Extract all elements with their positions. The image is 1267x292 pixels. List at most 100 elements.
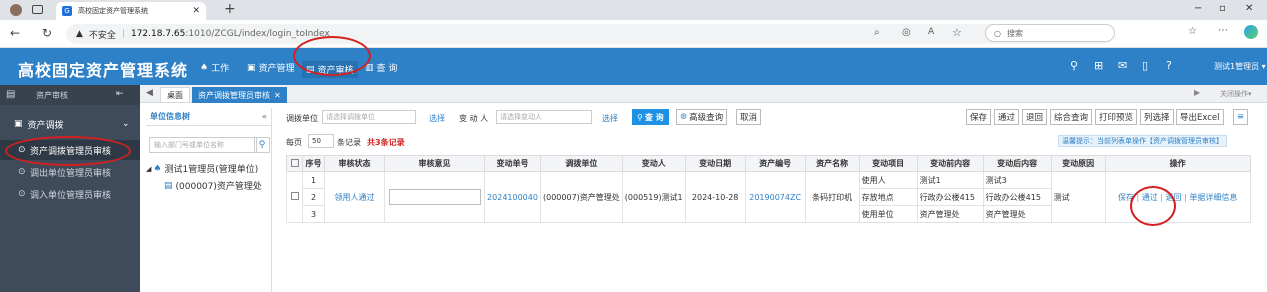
export-excel-button[interactable]: 导出Excel <box>1176 109 1224 125</box>
profile-avatar[interactable] <box>10 4 22 16</box>
table-header-row: 序号 审核状态 审核意见 变动单号 调拨单位 变动人 变动日期 资产编号 资产名… <box>286 155 1251 172</box>
col-bill-no[interactable]: 变动单号 <box>484 155 541 172</box>
menu-label: 资产管理 <box>258 64 295 74</box>
pass-button[interactable]: 通过 <box>994 109 1020 125</box>
status-cell[interactable]: 领用人通过 <box>324 171 385 223</box>
unit-label: 调拨单位 <box>286 114 318 123</box>
close-tab-icon[interactable]: ✕ <box>192 6 200 16</box>
search-icon[interactable]: ⚲ <box>254 137 270 153</box>
col-asset-no[interactable]: 资产编号 <box>744 155 806 172</box>
combined-query-button[interactable]: 综合查询 <box>1050 109 1093 125</box>
unit-input[interactable]: 请选择调拨单位 <box>322 110 416 124</box>
col-opinion[interactable]: 审核意见 <box>384 155 485 172</box>
person-input[interactable]: 请选择变动人 <box>496 110 592 124</box>
close-icon[interactable]: ✕ <box>274 91 281 100</box>
reload-icon[interactable]: ↻ <box>42 26 52 40</box>
checkbox[interactable] <box>290 158 299 167</box>
translate-icon[interactable]: ◎ <box>902 27 911 38</box>
read-aloud-icon[interactable]: A <box>928 27 934 37</box>
page-size-suffix: 条记录 <box>337 138 361 147</box>
tab-title: 高校固定资产管理系统 <box>78 7 148 15</box>
select-all-header[interactable] <box>286 155 303 172</box>
sidebar-logo-icon: ▤ <box>6 89 16 100</box>
search-icon[interactable]: ⚲ <box>1070 59 1078 72</box>
opinion-input[interactable] <box>388 189 481 205</box>
cancel-button[interactable]: 取消 <box>736 109 762 125</box>
menu-label: 查 询 <box>376 64 398 74</box>
col-after[interactable]: 变动后内容 <box>982 155 1052 172</box>
browser-tab[interactable]: G 高校固定资产管理系统 ✕ <box>56 2 206 20</box>
url-host: 172.18.7.65 <box>130 29 186 39</box>
search-icon: ⚲ <box>637 112 643 122</box>
column-select-button[interactable]: 列选择 <box>1140 109 1174 125</box>
tab-scroll-right-icon[interactable]: ▶ <box>1194 88 1200 97</box>
browser-tab-bar: G 高校固定资产管理系统 ✕ + − ▫ ✕ <box>0 0 1267 20</box>
adv-query-label: 高级查询 <box>689 113 724 123</box>
favorites-icon[interactable]: ☆ <box>1188 26 1197 37</box>
col-change-item[interactable]: 变动项目 <box>858 155 918 172</box>
page-size-input[interactable]: 50 <box>308 134 334 148</box>
home-icon: ♠ <box>200 62 209 73</box>
close-ops-menu[interactable]: 关闭操作▾ <box>1220 89 1252 99</box>
query-button[interactable]: ⚲ 查 询 <box>632 109 669 125</box>
tab-transfer-audit[interactable]: 资产调拨管理员审核 ✕ <box>192 87 287 103</box>
tree-node-label: (000007)资产管理处 <box>175 182 262 192</box>
tab-scroll-left-icon[interactable]: ◀ <box>146 88 153 98</box>
close-window-button[interactable]: ✕ <box>1245 3 1253 14</box>
tab-desk[interactable]: 桌面 <box>160 87 190 103</box>
mobile-icon[interactable]: ▯ <box>1142 59 1148 72</box>
col-before[interactable]: 变动前内容 <box>916 155 984 172</box>
mail-icon[interactable]: ✉ <box>1118 59 1127 72</box>
col-reason[interactable]: 变动原因 <box>1050 155 1106 172</box>
change-item-cell: 使用单位 <box>858 205 918 223</box>
menu-asset-manage[interactable]: ▣ 资产管理 <box>247 61 295 75</box>
asset-no-cell[interactable]: 20190074ZC <box>744 171 806 223</box>
tab-actions-icon[interactable] <box>32 5 43 14</box>
qrcode-icon[interactable]: ⊞ <box>1094 59 1103 72</box>
row-checkbox-cell[interactable] <box>286 171 303 223</box>
unit-select-link[interactable]: 选择 <box>429 113 445 124</box>
browser-search[interactable]: ○ 搜索 <box>985 24 1115 42</box>
col-asset-name[interactable]: 资产名称 <box>804 155 860 172</box>
col-no[interactable]: 序号 <box>302 155 325 172</box>
minimize-button[interactable]: − <box>1194 3 1202 14</box>
sidebar-item-in-unit-audit[interactable]: ⊙ 调入单位管理员审核 <box>0 184 140 204</box>
row-detail-link[interactable]: 单据详细信息 <box>1189 193 1237 202</box>
person-placeholder: 请选择变动人 <box>500 113 542 121</box>
tree-node-label: 测试1管理员(管理单位) <box>164 165 259 175</box>
advanced-query-button[interactable]: ⊛ 高级查询 <box>676 109 728 125</box>
user-menu[interactable]: 测试1管理员 ▾ <box>1214 61 1266 72</box>
col-unit[interactable]: 调拨单位 <box>540 155 623 172</box>
bill-no-cell[interactable]: 2024100040 <box>484 171 541 223</box>
sidebar-group-transfer[interactable]: ▣ 资产调拨 ⌄ <box>0 113 140 135</box>
after-cell: 行政办公楼415 <box>982 188 1052 206</box>
col-person[interactable]: 变动人 <box>621 155 686 172</box>
back-icon[interactable]: ← <box>10 26 20 40</box>
tree-search-input[interactable]: 输入部门号或单位名称 <box>149 137 257 153</box>
collapse-panel-icon[interactable]: « <box>262 112 267 121</box>
new-tab-button[interactable]: + <box>224 1 236 17</box>
menu-icon[interactable]: ≡ <box>1233 109 1249 125</box>
col-status[interactable]: 审核状态 <box>324 155 385 172</box>
return-button[interactable]: 退回 <box>1022 109 1048 125</box>
copilot-icon[interactable] <box>1244 25 1258 39</box>
key-icon[interactable]: ⌕ <box>874 27 880 38</box>
tree-node-child[interactable]: ▤ (000007)资产管理处 <box>164 179 262 193</box>
print-preview-button[interactable]: 打印预览 <box>1095 109 1138 125</box>
restore-button[interactable]: ▫ <box>1219 3 1226 14</box>
menu-query[interactable]: ▥ 查 询 <box>365 61 398 75</box>
tree-search-placeholder: 输入部门号或单位名称 <box>154 141 224 149</box>
collapse-sidebar-icon[interactable]: ⇤ <box>116 89 124 99</box>
favorite-icon[interactable]: ☆ <box>952 26 962 39</box>
save-button[interactable]: 保存 <box>966 109 992 125</box>
table-row: 1 领用人通过 2024100040 (000007)资产管理处 (000519… <box>286 171 1251 223</box>
person-select-link[interactable]: 选择 <box>602 113 618 124</box>
query-label: 查 询 <box>644 112 664 122</box>
more-icon[interactable]: ⋯ <box>1218 25 1228 36</box>
col-date[interactable]: 变动日期 <box>684 155 746 172</box>
circle-icon: ⊙ <box>18 189 26 199</box>
help-icon[interactable]: ? <box>1166 59 1172 72</box>
tree-node-root[interactable]: ◢ ♠ 测试1管理员(管理单位) <box>146 162 259 176</box>
menu-work[interactable]: ♠ 工作 <box>200 61 229 75</box>
checkbox[interactable] <box>290 192 299 200</box>
